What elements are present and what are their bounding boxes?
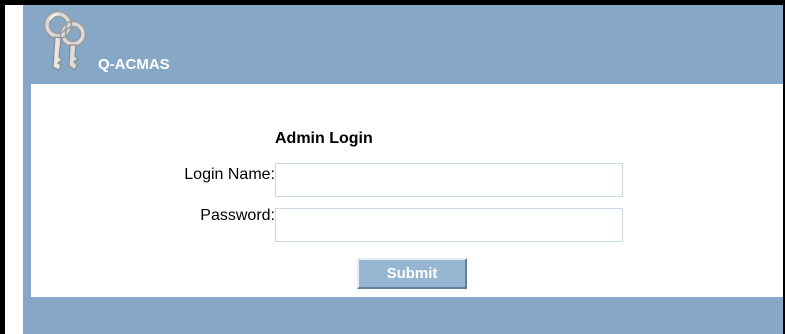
- header-bar: Q-ACMAS: [23, 5, 783, 83]
- login-panel: Admin Login Login Name: Password: Submit: [31, 84, 783, 297]
- login-name-input[interactable]: [275, 163, 623, 197]
- blue-frame: Q-ACMAS Admin Login Login Name: Password…: [23, 5, 783, 334]
- submit-button[interactable]: Submit: [357, 258, 467, 289]
- app-window: Q-ACMAS Admin Login Login Name: Password…: [0, 0, 785, 334]
- password-input[interactable]: [275, 208, 623, 242]
- keys-icon: [43, 10, 87, 71]
- password-label: Password:: [200, 207, 275, 224]
- form-title: Admin Login: [275, 130, 373, 147]
- app-title: Q-ACMAS: [98, 56, 170, 73]
- login-name-label: Login Name:: [184, 166, 275, 183]
